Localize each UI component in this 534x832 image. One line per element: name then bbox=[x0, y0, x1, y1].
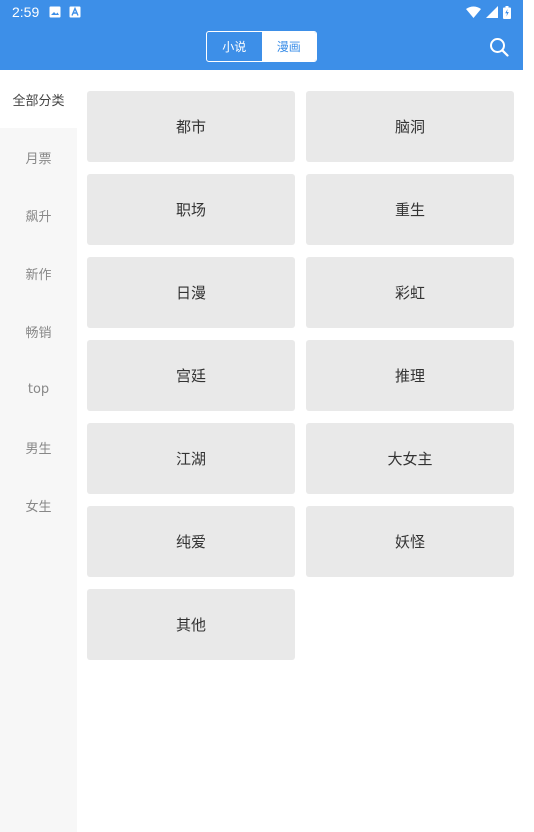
status-bar: 2:59 bbox=[0, 0, 523, 24]
sidebar: 全部分类 月票 飙升 新作 畅销 top 男生 女生 bbox=[0, 70, 77, 832]
wifi-icon bbox=[466, 6, 481, 18]
novel-comic-toggle: 小说 漫画 bbox=[206, 31, 317, 62]
status-time: 2:59 bbox=[12, 4, 40, 20]
sidebar-item-all-categories[interactable]: 全部分类 bbox=[0, 70, 77, 128]
category-grid: 都市 脑洞 职场 重生 日漫 彩虹 宫廷 推理 江湖 大女主 纯爱 妖怪 其他 bbox=[87, 91, 514, 660]
tab-comic[interactable]: 漫画 bbox=[261, 32, 316, 61]
category-tile[interactable]: 推理 bbox=[306, 340, 514, 411]
category-tile[interactable]: 宫廷 bbox=[87, 340, 295, 411]
sidebar-item-top[interactable]: top bbox=[0, 360, 77, 418]
app-bar: 小说 漫画 bbox=[0, 24, 523, 70]
battery-icon bbox=[503, 5, 511, 19]
image-icon bbox=[49, 6, 61, 18]
category-tile[interactable]: 都市 bbox=[87, 91, 295, 162]
a-icon bbox=[69, 6, 81, 18]
sidebar-item-monthly-ticket[interactable]: 月票 bbox=[0, 128, 77, 186]
category-tile[interactable]: 其他 bbox=[87, 589, 295, 660]
category-tile[interactable]: 脑洞 bbox=[306, 91, 514, 162]
sidebar-item-rising[interactable]: 飙升 bbox=[0, 186, 77, 244]
category-tile[interactable]: 妖怪 bbox=[306, 506, 514, 577]
category-tile[interactable]: 大女主 bbox=[306, 423, 514, 494]
tab-novel[interactable]: 小说 bbox=[207, 32, 262, 61]
category-tile[interactable]: 职场 bbox=[87, 174, 295, 245]
category-tile[interactable]: 江湖 bbox=[87, 423, 295, 494]
category-tile[interactable]: 纯爱 bbox=[87, 506, 295, 577]
signal-icon bbox=[486, 6, 498, 18]
sidebar-item-male[interactable]: 男生 bbox=[0, 418, 77, 476]
sidebar-item-female[interactable]: 女生 bbox=[0, 476, 77, 534]
sidebar-item-new[interactable]: 新作 bbox=[0, 244, 77, 302]
search-icon[interactable] bbox=[488, 36, 510, 58]
category-tile[interactable]: 重生 bbox=[306, 174, 514, 245]
sidebar-item-bestseller[interactable]: 畅销 bbox=[0, 302, 77, 360]
category-tile[interactable]: 彩虹 bbox=[306, 257, 514, 328]
category-tile[interactable]: 日漫 bbox=[87, 257, 295, 328]
